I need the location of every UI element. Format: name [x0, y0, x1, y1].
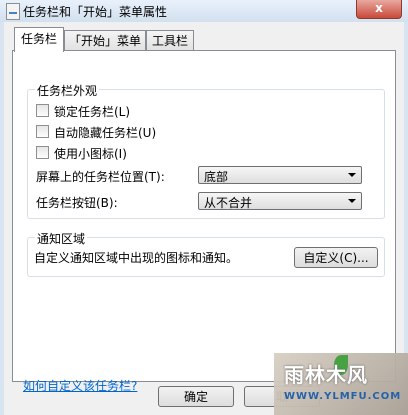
autohide-checkbox[interactable]	[36, 125, 49, 138]
lock-taskbar-label[interactable]: 锁定任务栏(L)	[54, 103, 130, 120]
tab-panel-taskbar: 任务栏外观 锁定任务栏(L) 自动隐藏任务栏(U) 使用小图标(I) 屏幕上的任…	[12, 50, 396, 393]
watermark-text: 雨林木风	[284, 363, 368, 387]
small-icons-checkbox[interactable]	[36, 146, 49, 159]
taskbar-properties-icon	[6, 3, 20, 20]
chevron-down-icon	[348, 173, 356, 177]
help-link[interactable]: 如何自定义该任务栏?	[23, 377, 137, 394]
watermark-url: WWW.YLMFU.COM	[284, 391, 402, 402]
ok-button[interactable]: 确定	[158, 386, 234, 407]
tab-start-menu[interactable]: 「开始」菜单	[64, 30, 146, 51]
buttons-value: 从不合并	[204, 196, 253, 210]
tab-toolbars[interactable]: 工具栏	[146, 30, 194, 51]
tab-taskbar[interactable]: 任务栏	[14, 27, 64, 52]
window-title: 任务栏和「开始」菜单属性	[23, 5, 168, 19]
watermark-logo: 雨林木风 WWW.YLMFU.COM	[274, 353, 408, 415]
buttons-dropdown[interactable]: 从不合并	[198, 192, 362, 210]
chevron-down-icon	[348, 199, 356, 203]
small-icons-label[interactable]: 使用小图标(I)	[54, 145, 127, 162]
position-dropdown[interactable]: 底部	[198, 166, 362, 184]
close-button[interactable]: x	[356, 0, 402, 19]
title-bar: 任务栏和「开始」菜单属性 x	[0, 0, 408, 22]
group-title-appearance: 任务栏外观	[35, 82, 100, 99]
group-title-notify: 通知区域	[35, 230, 88, 247]
position-label: 屏幕上的任务栏位置(T):	[36, 170, 165, 184]
lock-taskbar-checkbox[interactable]	[36, 104, 49, 117]
buttons-label: 任务栏按钮(B):	[36, 196, 118, 210]
taskbar-appearance-group: 任务栏外观 锁定任务栏(L) 自动隐藏任务栏(U) 使用小图标(I) 屏幕上的任…	[27, 82, 385, 219]
notify-description: 自定义通知区域中出现的图标和通知。	[34, 251, 239, 265]
position-value: 底部	[204, 170, 229, 184]
autohide-label[interactable]: 自动隐藏任务栏(U)	[54, 124, 156, 141]
customize-button[interactable]: 自定义(C)...	[294, 247, 378, 268]
notification-area-group: 通知区域 自定义通知区域中出现的图标和通知。 自定义(C)...	[27, 230, 385, 277]
